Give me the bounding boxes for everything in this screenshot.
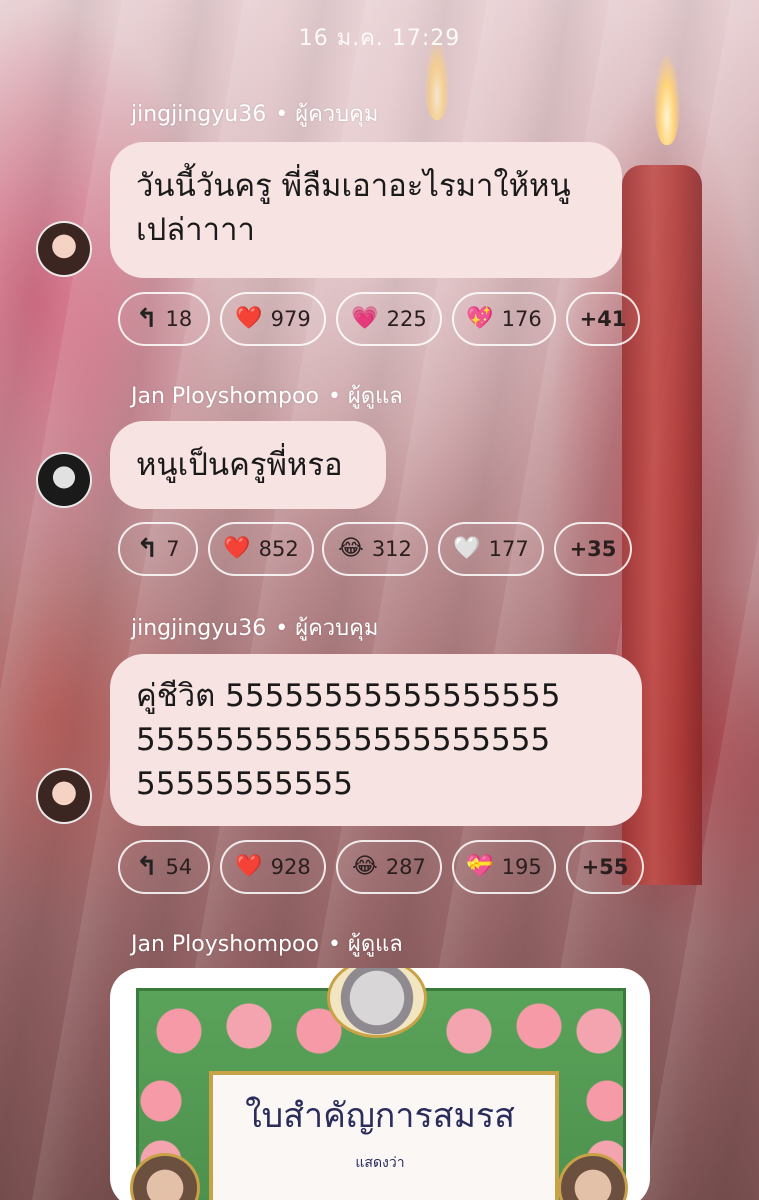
sender-role: • ผู้ดูแล <box>327 932 403 957</box>
sender-role: • ผู้ควบคุม <box>275 616 379 641</box>
reply-icon: ↰ <box>135 852 158 882</box>
reaction-count: 195 <box>501 855 542 879</box>
sender-role: • ผู้ควบคุม <box>275 102 379 127</box>
more-reactions-count: +41 <box>579 307 627 331</box>
image-message[interactable]: ใบสำคัญการสมรส แสดงว่า <box>110 968 650 1200</box>
reaction-chip[interactable]: 😂 287 <box>336 840 442 894</box>
reaction-chip[interactable]: 💖 176 <box>452 292 556 346</box>
reaction-count: 176 <box>501 307 542 331</box>
heart-with-ribbon-icon: 💝 <box>466 854 494 879</box>
sender-name[interactable]: Jan Ployshompoo • ผู้ดูแล <box>131 926 403 961</box>
sender-role: • ผู้ดูแล <box>327 384 403 409</box>
avatar[interactable] <box>36 768 92 824</box>
certificate-subtitle: แสดงว่า <box>355 1155 405 1171</box>
certificate-title: ใบสำคัญการสมรส <box>245 1096 515 1136</box>
message-bubble[interactable]: คู่ชีวิต 55555555555555555 5555555555555… <box>110 654 642 826</box>
white-heart-icon: 🤍 <box>453 536 481 561</box>
reply-count: 18 <box>165 307 193 331</box>
more-reactions-count: +35 <box>569 537 617 561</box>
message-bubble[interactable]: วันนี้วันครู พี่ลืมเอาอะไรมาให้หนูเปล่าา… <box>110 142 622 278</box>
pink-heart-icon: 💗 <box>351 306 379 331</box>
reaction-chip[interactable]: 💗 225 <box>336 292 442 346</box>
sender-name[interactable]: jingjingyu36 • ผู้ควบคุม <box>131 96 378 131</box>
reaction-chip[interactable]: ❤️ 928 <box>220 840 326 894</box>
sender-username: jingjingyu36 <box>131 102 267 127</box>
more-reactions-count: +55 <box>581 855 629 879</box>
red-heart-icon: ❤️ <box>235 306 263 331</box>
message-text-line: 555555555555555555555 <box>136 722 551 758</box>
reaction-chip[interactable]: ❤️ 852 <box>208 522 314 576</box>
reply-count-chip[interactable]: ↰ 54 <box>118 840 210 894</box>
reaction-chip[interactable]: 🤍 177 <box>438 522 544 576</box>
reaction-chip[interactable]: ❤️ 979 <box>220 292 326 346</box>
sender-username: Jan Ployshompoo <box>131 384 319 409</box>
reaction-count: 177 <box>488 537 529 561</box>
reply-count: 7 <box>166 537 180 561</box>
red-heart-icon: ❤️ <box>235 854 263 879</box>
red-heart-icon: ❤️ <box>223 536 251 561</box>
reply-icon: ↰ <box>135 304 158 334</box>
sender-name[interactable]: Jan Ployshompoo • ผู้ดูแล <box>131 378 403 413</box>
reply-count-chip[interactable]: ↰ 7 <box>118 522 198 576</box>
tears-of-joy-icon: 😂 <box>338 536 364 561</box>
reaction-count: 979 <box>270 307 311 331</box>
reaction-count: 287 <box>385 855 426 879</box>
sparkling-heart-icon: 💖 <box>466 306 494 331</box>
message-text: วันนี้วันครู พี่ลืมเอาอะไรมาให้หนูเปล่าา… <box>136 168 571 248</box>
chat-timestamp: 16 ม.ค. 17:29 <box>298 26 461 51</box>
reply-icon: ↰ <box>136 534 159 564</box>
reply-count-chip[interactable]: ↰ 18 <box>118 292 210 346</box>
message-bubble[interactable]: หนูเป็นครูพี่หรอ <box>110 421 386 509</box>
more-reactions-chip[interactable]: +41 <box>566 292 640 346</box>
message-text-line: 55555555555 <box>136 766 353 802</box>
sender-name[interactable]: jingjingyu36 • ผู้ควบคุม <box>131 610 378 645</box>
reaction-count: 928 <box>270 855 311 879</box>
candle-flame <box>654 55 680 145</box>
reaction-chip[interactable]: 😂 312 <box>322 522 428 576</box>
reaction-chip[interactable]: 💝 195 <box>452 840 556 894</box>
more-reactions-chip[interactable]: +55 <box>566 840 644 894</box>
message-text: หนูเป็นครูพี่หรอ <box>136 447 343 483</box>
sender-username: Jan Ployshompoo <box>131 932 319 957</box>
tears-of-joy-icon: 😂 <box>352 854 378 879</box>
reaction-count: 312 <box>371 537 412 561</box>
reaction-count: 852 <box>258 537 299 561</box>
message-text-line: คู่ชีวิต 55555555555555555 <box>136 678 561 714</box>
reply-count: 54 <box>165 855 193 879</box>
avatar[interactable] <box>36 452 92 508</box>
sender-username: jingjingyu36 <box>131 616 267 641</box>
reaction-count: 225 <box>386 307 427 331</box>
avatar[interactable] <box>36 221 92 277</box>
more-reactions-chip[interactable]: +35 <box>554 522 632 576</box>
